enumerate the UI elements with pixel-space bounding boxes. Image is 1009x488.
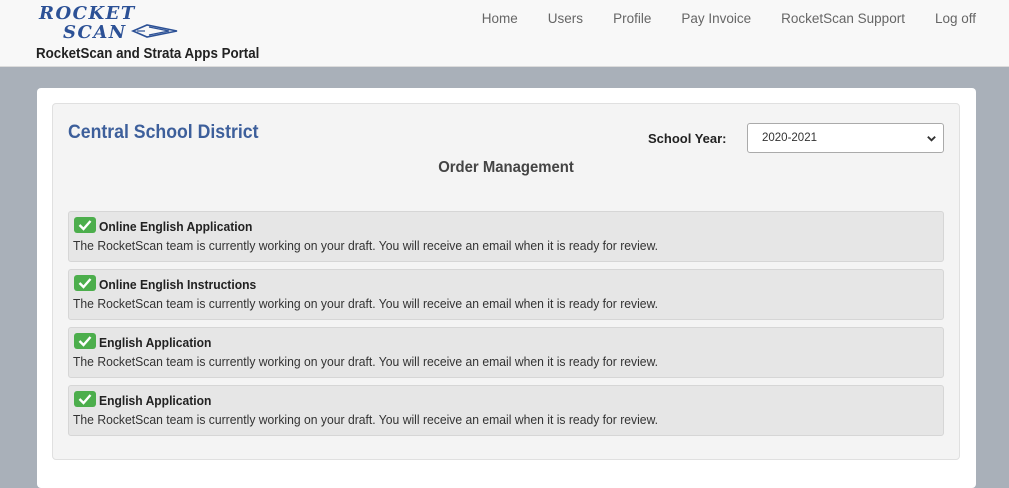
order-status-message: The RocketScan team is currently working… bbox=[73, 296, 659, 311]
school-year-select[interactable]: 2020-2021 bbox=[747, 123, 944, 153]
order-title: English Application bbox=[99, 335, 212, 350]
order-item: Online English Application The RocketSca… bbox=[68, 211, 944, 262]
order-item: Online English Instructions The RocketSc… bbox=[68, 269, 944, 320]
nav-rocketscan-support[interactable]: RocketScan Support bbox=[781, 11, 905, 26]
main-nav: Home Users Profile Pay Invoice RocketSca… bbox=[482, 11, 976, 26]
svg-text:ROCKET: ROCKET bbox=[38, 3, 136, 24]
order-list: Online English Application The RocketSca… bbox=[68, 211, 944, 443]
rocketscan-logo[interactable]: ROCKET SCAN bbox=[37, 3, 182, 43]
school-year-value: 2020-2021 bbox=[762, 132, 817, 144]
district-name: Central School District bbox=[68, 122, 259, 143]
top-navbar: ROCKET SCAN RocketScan and Strata Apps P… bbox=[0, 0, 1009, 67]
order-title: Online English Instructions bbox=[99, 277, 257, 292]
svg-text:SCAN: SCAN bbox=[63, 22, 127, 43]
check-icon bbox=[74, 391, 96, 407]
chevron-down-icon bbox=[927, 136, 936, 142]
order-panel: Central School District School Year: 202… bbox=[52, 103, 960, 460]
nav-pay-invoice[interactable]: Pay Invoice bbox=[681, 11, 751, 26]
nav-profile[interactable]: Profile bbox=[613, 11, 651, 26]
check-icon bbox=[74, 217, 96, 233]
order-title: English Application bbox=[99, 393, 212, 408]
check-icon bbox=[74, 333, 96, 349]
content-card: Central School District School Year: 202… bbox=[37, 88, 976, 488]
order-status-message: The RocketScan team is currently working… bbox=[73, 412, 659, 427]
nav-users[interactable]: Users bbox=[548, 11, 583, 26]
nav-home[interactable]: Home bbox=[482, 11, 518, 26]
school-year-label: School Year: bbox=[648, 131, 727, 146]
order-item: English Application The RocketScan team … bbox=[68, 385, 944, 436]
nav-log-off[interactable]: Log off bbox=[935, 11, 976, 26]
page-heading: Order Management bbox=[438, 159, 574, 176]
order-title: Online English Application bbox=[99, 219, 253, 234]
check-icon bbox=[74, 275, 96, 291]
order-item: English Application The RocketScan team … bbox=[68, 327, 944, 378]
portal-title: RocketScan and Strata Apps Portal bbox=[36, 46, 260, 62]
order-status-message: The RocketScan team is currently working… bbox=[73, 354, 659, 369]
order-status-message: The RocketScan team is currently working… bbox=[73, 238, 659, 253]
